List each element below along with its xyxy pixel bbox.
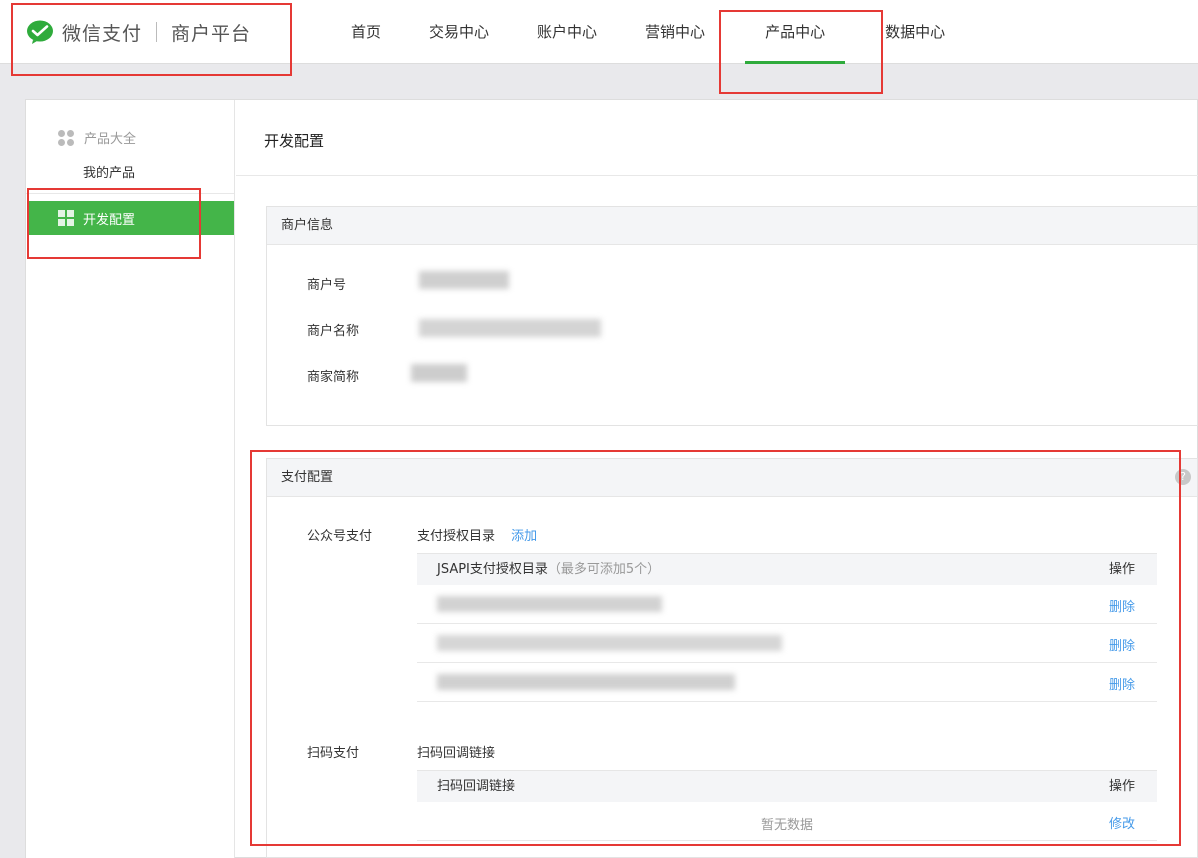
wechat-pay-icon	[27, 20, 53, 44]
jsapi-header-label: JSAPI支付授权目录	[437, 562, 548, 577]
delete-link[interactable]: 删除	[1109, 596, 1135, 615]
jsapi-section-label: 公众号支付	[307, 529, 373, 544]
nav-products[interactable]: 产品中心	[729, 0, 861, 64]
jsapi-table-header: JSAPI支付授权目录（最多可添加5个） 操作	[417, 553, 1157, 585]
content-area: 开发配置 商户信息 商户号 商户名称 商家简称 支付配置 ? 公众号支付 支付授…	[236, 100, 1198, 858]
action-header: 操作	[1108, 562, 1135, 577]
native-header-label: 扫码回调链接	[437, 779, 516, 794]
jsapi-header-note: （最多可添加5个）	[547, 562, 661, 577]
merchant-info-title: 商户信息	[267, 207, 1197, 245]
native-table: 扫码回调链接 操作 暂无数据 修改	[417, 770, 1157, 841]
dir-value-blurred	[437, 635, 782, 651]
title-divider	[236, 175, 1198, 176]
delete-link[interactable]: 删除	[1109, 674, 1135, 693]
jsapi-table: JSAPI支付授权目录（最多可添加5个） 操作 删除 删除 删除	[417, 553, 1157, 702]
sidebar-item-dev-config[interactable]: 开发配置	[28, 201, 234, 235]
grid-icon	[58, 210, 74, 226]
nav-account[interactable]: 账户中心	[513, 0, 621, 64]
add-dir-link[interactable]: 添加	[511, 529, 537, 544]
native-section-label: 扫码支付	[307, 746, 360, 761]
dir-value-blurred	[437, 596, 662, 612]
native-table-header: 扫码回调链接 操作	[417, 770, 1157, 802]
brand-logo[interactable]: 微信支付 商户平台	[26, 18, 251, 46]
merchant-short-name-label: 商家简称	[307, 370, 360, 385]
table-row: 删除	[417, 585, 1157, 624]
empty-text: 暂无数据	[760, 818, 813, 833]
merchant-id-value	[419, 271, 509, 289]
dir-value-blurred	[437, 674, 735, 690]
native-callback-label: 扫码回调链接	[417, 746, 496, 761]
jsapi-dir-label: 支付授权目录 添加	[417, 525, 537, 544]
table-row: 暂无数据 修改	[417, 802, 1157, 841]
top-bar: 微信支付 商户平台 首页 交易中心 账户中心 营销中心 产品中心 数据中心	[0, 0, 1198, 64]
nav-home[interactable]: 首页	[327, 0, 405, 64]
nav-data[interactable]: 数据中心	[861, 0, 969, 64]
brand-separator	[156, 22, 158, 42]
products-icon	[58, 129, 74, 146]
sidebar-group-label: 产品大全	[84, 132, 137, 147]
merchant-info-panel: 商户信息 商户号 商户名称 商家简称	[266, 206, 1198, 426]
main-frame: 产品大全 我的产品 开发配置 开发配置 商户信息 商户号 商户名称 商家简称 支…	[25, 99, 1198, 858]
brand-name: 微信支付	[62, 22, 143, 45]
pay-config-title: 支付配置	[267, 459, 1197, 497]
platform-name: 商户平台	[171, 22, 252, 45]
jsapi-header-cell: JSAPI支付授权目录（最多可添加5个）	[437, 554, 660, 586]
main-nav: 首页 交易中心 账户中心 营销中心 产品中心 数据中心	[327, 0, 969, 64]
sidebar-item-label: 开发配置	[83, 212, 136, 228]
merchant-short-name-value	[411, 364, 467, 382]
merchant-name-value	[419, 319, 601, 337]
jsapi-dir-text: 支付授权目录	[417, 529, 496, 544]
sidebar-divider	[26, 193, 234, 194]
nav-transactions[interactable]: 交易中心	[405, 0, 513, 64]
merchant-id-label: 商户号	[307, 278, 347, 293]
table-row: 删除	[417, 663, 1157, 702]
page-title: 开发配置	[264, 132, 325, 150]
nav-marketing[interactable]: 营销中心	[621, 0, 729, 64]
pay-config-panel: 支付配置 ? 公众号支付 支付授权目录 添加 JSAPI支付授权目录（最多可添加…	[266, 458, 1198, 858]
delete-link[interactable]: 删除	[1109, 635, 1135, 654]
sidebar-item-my-products[interactable]: 我的产品	[83, 162, 135, 181]
help-icon[interactable]: ?	[1175, 469, 1191, 485]
merchant-name-label: 商户名称	[307, 324, 360, 339]
edit-link[interactable]: 修改	[1109, 813, 1135, 832]
sidebar-group-products[interactable]: 产品大全	[58, 128, 136, 147]
action-header: 操作	[1108, 779, 1135, 794]
table-row: 删除	[417, 624, 1157, 663]
sidebar: 产品大全 我的产品 开发配置	[26, 100, 235, 858]
